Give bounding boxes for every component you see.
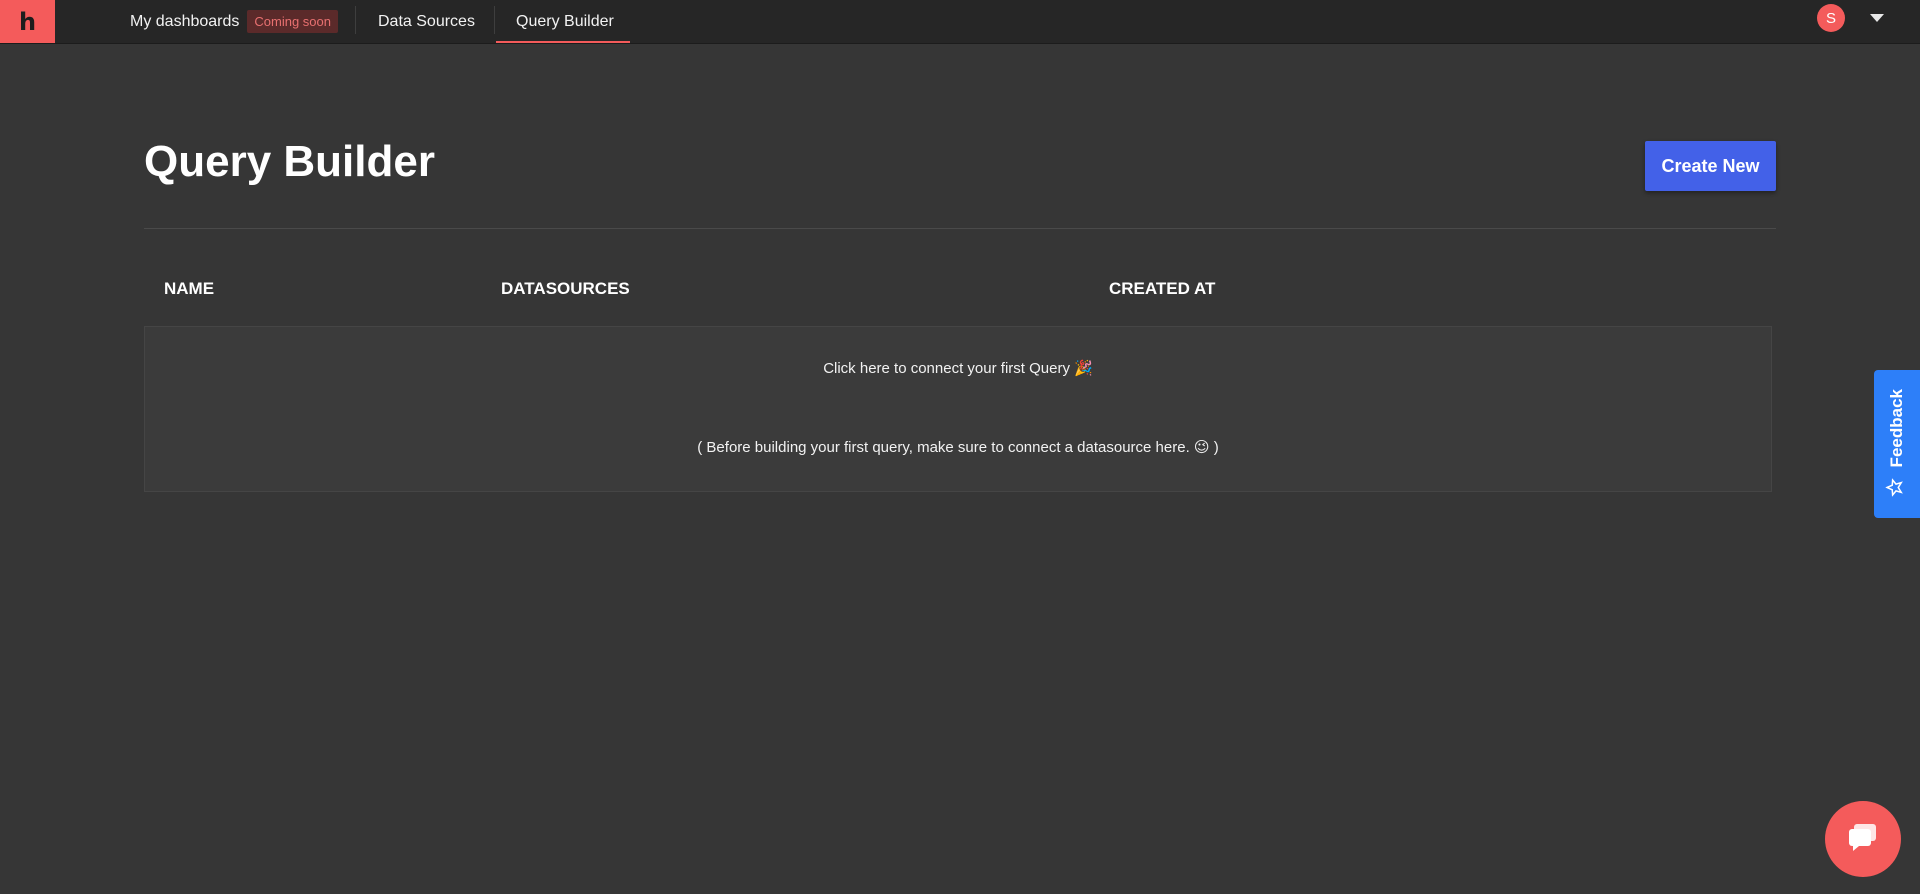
feedback-tab[interactable]: Feedback xyxy=(1874,370,1920,518)
column-header-name[interactable]: NAME xyxy=(164,279,214,299)
nav-item-data-sources[interactable]: Data Sources xyxy=(378,0,475,43)
feedback-label: Feedback xyxy=(1887,389,1906,468)
active-tab-indicator xyxy=(496,41,630,43)
chevron-down-icon[interactable] xyxy=(1870,14,1884,22)
empty-state: Click here to connect your first Query 🎉… xyxy=(144,326,1772,492)
nav-item-query-builder[interactable]: Query Builder xyxy=(516,0,614,43)
connect-datasource-hint[interactable]: ( Before building your first query, make… xyxy=(145,438,1771,456)
nav-item-label: Query Builder xyxy=(516,12,614,30)
nav-item-label: My dashboards xyxy=(130,12,240,30)
column-header-created-at[interactable]: CREATED AT xyxy=(1109,279,1215,299)
avatar-initial: S xyxy=(1825,9,1836,27)
coming-soon-badge: Coming soon xyxy=(247,10,338,33)
column-header-datasources[interactable]: DATASOURCES xyxy=(501,279,630,299)
page-title: Query Builder xyxy=(144,137,435,186)
connect-first-query-link[interactable]: Click here to connect your first Query 🎉 xyxy=(145,359,1771,377)
top-navigation-bar: h My dashboards Coming soon Data Sources… xyxy=(0,0,1920,44)
nav-item-my-dashboards[interactable]: My dashboards Coming soon xyxy=(130,0,338,43)
chat-bubble-icon xyxy=(1845,819,1881,860)
sparkle-star-icon xyxy=(1885,477,1909,497)
header-divider xyxy=(144,228,1776,229)
user-avatar[interactable]: S xyxy=(1817,4,1845,32)
nav-divider xyxy=(355,6,356,34)
chat-launcher[interactable] xyxy=(1825,801,1901,877)
nav-divider xyxy=(494,6,495,34)
create-new-button[interactable]: Create New xyxy=(1645,141,1776,191)
logo-letter: h xyxy=(18,7,37,36)
app-logo[interactable]: h xyxy=(0,0,55,43)
nav-item-label: Data Sources xyxy=(378,12,475,30)
